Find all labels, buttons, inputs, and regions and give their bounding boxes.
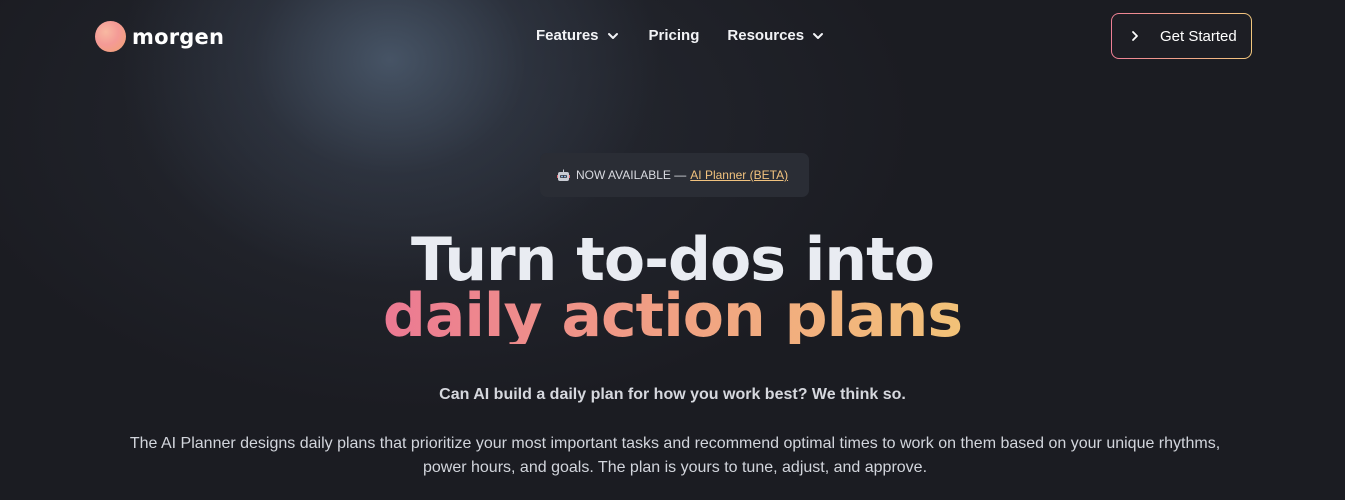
- hero-title-line1: Turn to-dos into: [410, 225, 935, 295]
- hero-description: The AI Planner designs daily plans that …: [129, 435, 1221, 476]
- nav-item-features[interactable]: Features: [536, 27, 620, 44]
- nav-item-pricing[interactable]: Pricing: [649, 27, 700, 44]
- logo-text: morgen: [132, 24, 225, 49]
- nav-item-resources[interactable]: Resources: [727, 27, 825, 44]
- hero-title: Turn to-dos into daily action plans: [0, 225, 1345, 351]
- announcement-badge: NOW AVAILABLE — AI Planner (BETA): [540, 153, 809, 197]
- hero-tagline: Can AI build a daily plan for how you wo…: [439, 386, 906, 403]
- main-nav: Features Pricing Resources: [536, 27, 825, 44]
- chevron-down-icon: [813, 32, 824, 39]
- chevron-right-icon: [1132, 31, 1138, 41]
- badge-text: NOW AVAILABLE —: [576, 168, 687, 182]
- nav-item-label: Resources: [727, 27, 805, 44]
- get-started-button[interactable]: Get Started: [1111, 13, 1252, 59]
- chevron-down-icon: [607, 32, 618, 39]
- nav-item-label: Features: [536, 27, 599, 44]
- logo-mark-icon: [95, 21, 126, 52]
- nav-item-label: Pricing: [648, 27, 700, 44]
- hero-title-line2: daily action plans: [382, 281, 963, 351]
- get-started-label: Get Started: [1160, 27, 1237, 45]
- ai-planner-link[interactable]: AI Planner (BETA): [690, 168, 788, 182]
- robot-icon: [557, 169, 570, 181]
- logo[interactable]: morgen: [95, 21, 224, 52]
